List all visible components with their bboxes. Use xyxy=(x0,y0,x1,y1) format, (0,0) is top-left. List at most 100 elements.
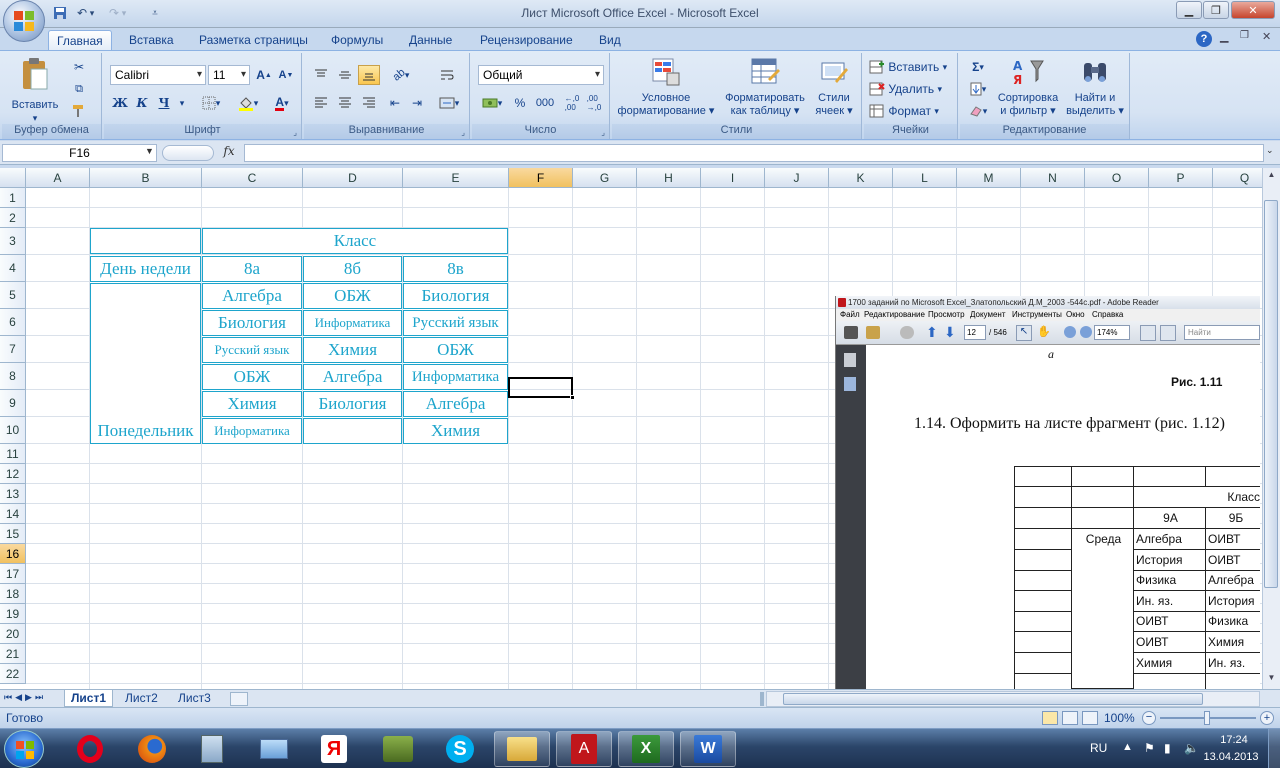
column-header[interactable]: B xyxy=(90,168,202,188)
column-header[interactable]: O xyxy=(1085,168,1149,188)
thousands-button[interactable]: 000 xyxy=(532,93,558,113)
word-taskbar-icon[interactable]: W xyxy=(680,731,736,767)
name-box-dropdown-icon[interactable]: ▼ xyxy=(145,146,154,156)
sheet-nav-arrows-icon[interactable]: ⏮◀▶⏭ xyxy=(4,692,46,703)
zoom-slider-thumb[interactable] xyxy=(1204,711,1210,725)
font-size-select[interactable]: 11 xyxy=(208,65,250,85)
bold-button[interactable]: Ж xyxy=(110,93,130,113)
wrap-text-icon[interactable] xyxy=(436,65,458,85)
formula-input[interactable] xyxy=(244,144,1264,162)
format-cells-button[interactable]: Формат ▾ xyxy=(868,101,954,121)
row-header[interactable]: 1 xyxy=(0,188,26,208)
italic-button[interactable]: К xyxy=(132,93,152,113)
font-name-select[interactable]: Calibri xyxy=(110,65,206,85)
pdf-page[interactable]: а Рис. 1.11 1.14. Оформить на листе фраг… xyxy=(866,345,1260,689)
pdf-menu-help[interactable]: Справка xyxy=(1092,309,1123,321)
number-format-select[interactable]: Общий xyxy=(478,65,604,85)
vertical-scroll-thumb[interactable] xyxy=(1264,200,1278,588)
column-header[interactable]: I xyxy=(701,168,765,188)
cell-schedule[interactable]: Биология xyxy=(202,310,302,336)
column-header-selected[interactable]: F xyxy=(509,168,573,188)
grow-font-icon[interactable]: A ▲ xyxy=(254,65,274,85)
yandex-taskbar-icon[interactable]: Я xyxy=(306,731,362,767)
font-color-icon[interactable]: A ▾ xyxy=(266,93,298,113)
cell-schedule[interactable]: Химия xyxy=(303,337,402,363)
cell-class-header[interactable]: Класс xyxy=(202,228,508,254)
horizontal-scrollbar[interactable] xyxy=(766,691,1260,707)
column-header[interactable]: K xyxy=(829,168,893,188)
row-header[interactable]: 11 xyxy=(0,444,26,464)
insert-sheet-icon[interactable] xyxy=(230,692,248,706)
cell-schedule[interactable]: Химия xyxy=(202,391,302,417)
zoom-out-icon[interactable] xyxy=(1064,326,1076,338)
find-select-button[interactable]: Найти и выделить ▾ xyxy=(1064,57,1126,118)
align-top-icon[interactable] xyxy=(310,65,332,85)
increase-indent-icon[interactable]: ⇥ xyxy=(406,93,428,113)
pdf-menu-view[interactable]: Просмотр xyxy=(928,309,965,321)
calculator-taskbar-icon[interactable] xyxy=(184,731,240,767)
page-break-view-icon[interactable] xyxy=(1082,711,1098,725)
network-icon[interactable]: ▮ xyxy=(1164,741,1171,755)
cell-day-monday[interactable]: Понедельник xyxy=(90,283,201,444)
row-header[interactable]: 3 xyxy=(0,228,26,255)
save-icon[interactable] xyxy=(50,4,70,22)
pages-panel-icon[interactable] xyxy=(844,353,856,367)
row-header[interactable]: 6 xyxy=(0,309,26,336)
orientation-icon[interactable]: ab ▾ xyxy=(386,65,416,85)
increase-decimal-icon[interactable]: ←,0,00 xyxy=(562,93,582,113)
redo-dropdown-icon[interactable]: ▾ xyxy=(118,4,130,22)
pdf-menu-file[interactable]: Файл xyxy=(840,309,860,321)
mail-taskbar-icon[interactable] xyxy=(246,731,302,767)
back-icon[interactable] xyxy=(900,326,914,339)
zoom-in-button[interactable]: + xyxy=(1260,711,1274,725)
skype-taskbar-icon[interactable]: S xyxy=(432,731,488,767)
horizontal-scroll-thumb[interactable] xyxy=(783,693,1203,705)
percent-button[interactable]: % xyxy=(510,93,530,113)
zoom-out-button[interactable]: − xyxy=(1142,711,1156,725)
adobe-reader-window[interactable]: 1700 заданий по Microsoft Excel_Златопол… xyxy=(835,296,1260,689)
pdf-menu-window[interactable]: Окно xyxy=(1066,309,1085,321)
cell-schedule[interactable]: ОБЖ xyxy=(403,337,508,363)
cell-class-8a[interactable]: 8а xyxy=(202,256,302,282)
select-tool-icon[interactable]: ↖ xyxy=(1016,325,1032,341)
format-as-table-button[interactable]: Форматировать как таблицу ▾ xyxy=(720,57,810,118)
row-header[interactable]: 10 xyxy=(0,417,26,444)
column-header[interactable]: C xyxy=(202,168,303,188)
column-header[interactable]: L xyxy=(893,168,957,188)
zoom-level[interactable]: 100% xyxy=(1104,711,1135,725)
page-layout-view-icon[interactable] xyxy=(1062,711,1078,725)
row-header[interactable]: 2 xyxy=(0,208,26,228)
decrease-decimal-icon[interactable]: ,00 →,0 xyxy=(584,93,604,113)
select-all-corner[interactable] xyxy=(0,168,26,188)
attachments-panel-icon[interactable] xyxy=(844,377,856,391)
close-button[interactable]: ✕ xyxy=(1231,1,1275,19)
alignment-dialog-launcher-icon[interactable]: ⌟ xyxy=(461,128,465,137)
help-icon[interactable]: ? xyxy=(1196,31,1212,47)
column-header[interactable]: J xyxy=(765,168,829,188)
copy-icon[interactable]: ⧉ xyxy=(68,79,90,99)
name-box[interactable]: F16 xyxy=(2,144,157,162)
column-header[interactable]: G xyxy=(573,168,637,188)
column-header[interactable]: D xyxy=(303,168,403,188)
underline-button[interactable]: Ч xyxy=(154,93,174,113)
firefox-taskbar-icon[interactable] xyxy=(124,731,180,767)
shrink-font-icon[interactable]: A ▼ xyxy=(276,65,296,85)
column-header[interactable]: Q xyxy=(1213,168,1262,188)
scroll-down-icon[interactable]: ▼ xyxy=(1264,673,1279,687)
column-header[interactable]: A xyxy=(26,168,90,188)
borders-icon[interactable]: ▾ xyxy=(196,93,226,113)
align-bottom-icon[interactable] xyxy=(358,65,380,85)
opera-taskbar-icon[interactable] xyxy=(62,731,118,767)
delete-cells-button[interactable]: Удалить ▾ xyxy=(868,79,954,99)
normal-view-icon[interactable] xyxy=(1042,711,1058,725)
align-left-icon[interactable] xyxy=(310,93,332,113)
tab-insert[interactable]: Вставка xyxy=(121,30,182,50)
fill-handle[interactable] xyxy=(570,395,575,400)
sheet-tab-3[interactable]: Лист3 xyxy=(172,690,217,707)
sheet-tab-2[interactable]: Лист2 xyxy=(119,690,164,707)
row-header[interactable]: 21 xyxy=(0,644,26,664)
ribbon-minimize-icon[interactable]: ▁ xyxy=(1220,30,1228,43)
share-icon[interactable] xyxy=(866,326,880,339)
align-right-icon[interactable] xyxy=(358,93,380,113)
cell-schedule[interactable]: Информатика xyxy=(403,364,508,390)
